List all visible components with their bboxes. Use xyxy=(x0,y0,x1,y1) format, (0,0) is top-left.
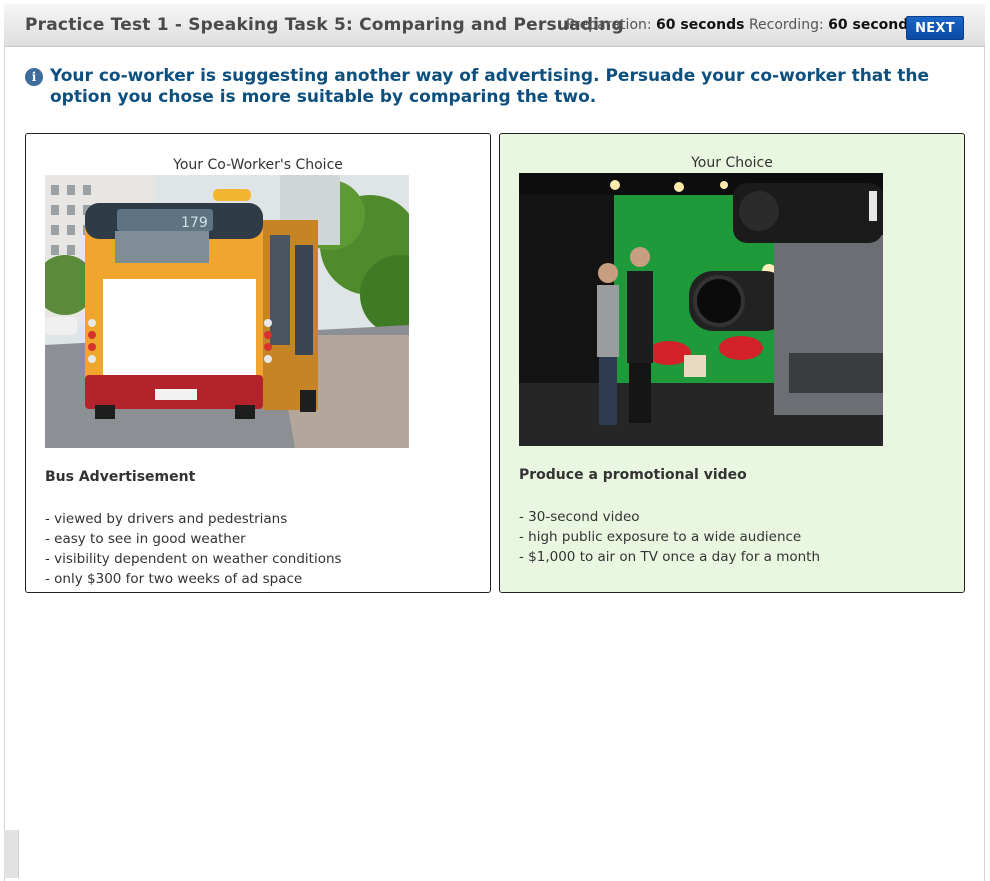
next-button[interactable]: NEXT xyxy=(906,16,964,40)
bus-photo: 179 xyxy=(45,175,409,448)
scrollbar[interactable] xyxy=(4,830,19,878)
list-item: - $1,000 to air on TV once a day for a m… xyxy=(519,549,821,565)
video-studio-photo xyxy=(519,173,883,446)
your-choice-panel: Your Choice Produce a promotional video … xyxy=(499,133,965,593)
list-item: - only $300 for two weeks of ad space xyxy=(45,571,303,587)
info-icon: i xyxy=(25,68,43,86)
preparation-value: 60 seconds xyxy=(656,17,745,33)
recording-label: Recording: xyxy=(748,17,824,33)
panel-heading: Your Co-Worker's Choice xyxy=(173,157,343,173)
option-points-list: - viewed by drivers and pedestrians - ea… xyxy=(45,509,342,589)
option-title: Bus Advertisement xyxy=(45,469,196,485)
instruction-text: Your co-worker is suggesting another way… xyxy=(50,66,930,107)
option-title: Produce a promotional video xyxy=(519,467,747,483)
list-item: - viewed by drivers and pedestrians xyxy=(45,511,288,527)
list-item: - 30-second video xyxy=(519,509,640,525)
list-item: - easy to see in good weather xyxy=(45,531,246,547)
timer-info: Preparation: 60 seconds Recording: 60 se… xyxy=(566,17,917,33)
coworker-choice-panel: Your Co-Worker's Choice 179 Bus Advertis… xyxy=(25,133,491,593)
list-item: - high public exposure to a wide audienc… xyxy=(519,529,802,545)
page-title: Practice Test 1 - Speaking Task 5: Compa… xyxy=(25,15,624,35)
list-item: - visibility dependent on weather condit… xyxy=(45,551,342,567)
preparation-label: Preparation: xyxy=(566,17,652,33)
header-bar: Practice Test 1 - Speaking Task 5: Compa… xyxy=(4,4,985,47)
option-points-list: - 30-second video - high public exposure… xyxy=(519,507,820,567)
panel-heading: Your Choice xyxy=(691,155,773,171)
bus-number: 179 xyxy=(181,215,208,231)
recording-value: 60 seconds xyxy=(828,17,917,33)
